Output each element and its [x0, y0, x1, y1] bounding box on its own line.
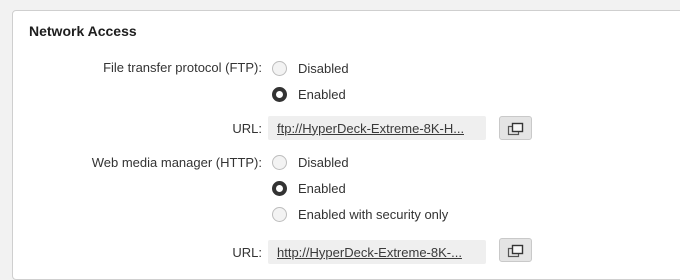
radio-label: Enabled with security only — [298, 206, 449, 222]
http-radio-enabled-secure[interactable]: Enabled with security only — [272, 205, 448, 223]
section-title: Network Access — [29, 23, 137, 39]
ftp-url-field: ftp://HyperDeck-Extreme-8K-H... — [268, 116, 486, 140]
radio-icon[interactable] — [272, 154, 287, 170]
http-radio-enabled[interactable]: Enabled — [272, 179, 346, 197]
http-url-link[interactable]: http://HyperDeck-Extreme-8K-... — [277, 245, 462, 260]
copy-to-clipboard-icon — [507, 122, 524, 136]
http-url-field: http://HyperDeck-Extreme-8K-... — [268, 240, 486, 264]
http-copy-url-button[interactable] — [499, 238, 532, 262]
radio-label: Enabled — [298, 86, 346, 102]
radio-icon[interactable] — [272, 60, 287, 76]
http-url-label: URL: — [232, 245, 262, 260]
radio-icon[interactable] — [272, 206, 287, 222]
ftp-label: File transfer protocol (FTP): — [103, 60, 262, 75]
ftp-url-link[interactable]: ftp://HyperDeck-Extreme-8K-H... — [277, 121, 464, 136]
ftp-url-label: URL: — [232, 121, 262, 136]
copy-to-clipboard-icon — [507, 244, 524, 258]
radio-label: Disabled — [298, 154, 349, 170]
ftp-copy-url-button[interactable] — [499, 116, 532, 140]
http-radio-disabled[interactable]: Disabled — [272, 153, 349, 171]
radio-selected-icon[interactable] — [272, 86, 287, 102]
ftp-radio-disabled[interactable]: Disabled — [272, 59, 349, 77]
ftp-radio-enabled[interactable]: Enabled — [272, 85, 346, 103]
radio-label: Disabled — [298, 60, 349, 76]
radio-label: Enabled — [298, 180, 346, 196]
http-label: Web media manager (HTTP): — [91, 155, 262, 170]
radio-selected-icon[interactable] — [272, 180, 287, 196]
